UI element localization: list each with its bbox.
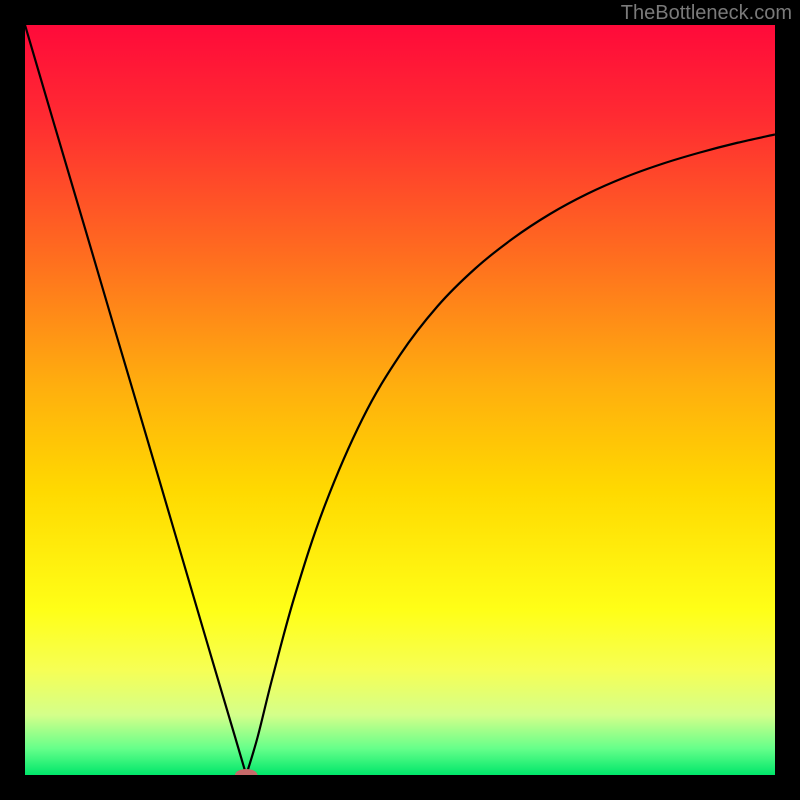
plot-area [25,25,775,775]
chart-frame: TheBottleneck.com [0,0,800,800]
gradient-bg [25,25,775,775]
attribution-text: TheBottleneck.com [621,2,792,25]
chart-svg [25,25,775,775]
